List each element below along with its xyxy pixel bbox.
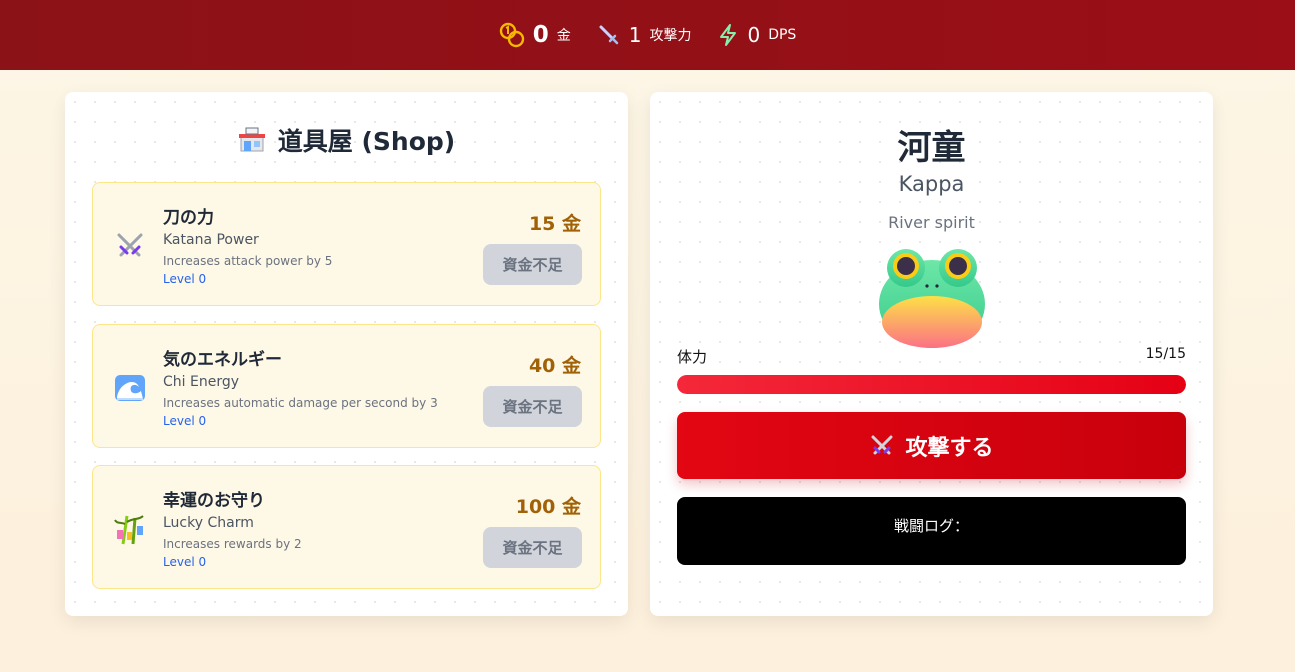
item-price: 15 金: [528, 213, 581, 235]
shop-panel: 道具屋 (Shop) 刀の力 Katana Power Increases at…: [65, 92, 628, 616]
enemy-panel: 河童 Kappa River spirit 体力 15/15 攻撃する 戦闘ログ…: [650, 92, 1213, 616]
hp-bar-fill: [677, 375, 1186, 394]
buy-button[interactable]: 資金不足: [483, 527, 582, 568]
convenience-store-icon: [238, 127, 265, 152]
lightning-icon: [720, 24, 737, 46]
item-description: Increases automatic damage per second by…: [163, 396, 438, 410]
sword-icon: [599, 25, 618, 45]
item-description: Increases attack power by 5: [163, 254, 333, 268]
shop-item-chi-energy: 気のエネルギー Chi Energy Increases automatic d…: [92, 324, 601, 448]
wave-icon: [115, 375, 145, 401]
item-name: 気のエネルギー: [163, 350, 282, 370]
tanabata-tree-icon: [114, 515, 144, 545]
buy-button[interactable]: 資金不足: [483, 386, 582, 427]
item-level: Level 0: [163, 414, 207, 428]
item-level: Level 0: [163, 272, 207, 286]
hp-value: 15/15: [1145, 346, 1186, 362]
attack-button[interactable]: 攻撃する: [677, 412, 1186, 479]
item-name: 刀の力: [163, 208, 214, 228]
coins-icon: [499, 22, 524, 48]
shop-item-lucky-charm: 幸運のお守り Lucky Charm Increases rewards by …: [92, 465, 601, 589]
shop-title: 道具屋 (Shop): [65, 122, 628, 158]
item-english-name: Katana Power: [163, 232, 259, 248]
item-description: Increases rewards by 2: [163, 537, 302, 551]
battle-log-title: 戦闘ログ：: [893, 517, 969, 535]
dps-label: DPS: [768, 27, 797, 43]
hp-label: 体力: [677, 348, 708, 366]
shop-title-text: 道具屋 (Shop): [277, 127, 456, 156]
gold-value: 0: [532, 22, 549, 48]
item-english-name: Chi Energy: [163, 374, 240, 390]
attack-label: 攻撃力: [649, 28, 692, 44]
attack-stat: 1 攻撃力: [597, 23, 692, 47]
battle-log: 戦闘ログ：: [677, 497, 1186, 565]
stats-bar: 0 金 1 攻撃力 0 DPS: [0, 0, 1295, 70]
enemy-english-name: Kappa: [898, 172, 965, 196]
item-level: Level 0: [163, 555, 207, 569]
item-english-name: Lucky Charm: [163, 515, 254, 531]
dps-stat: 0 DPS: [717, 23, 796, 47]
attack-button-label: 攻撃する: [905, 435, 994, 461]
enemy-name: 河童: [897, 128, 966, 168]
gold-label: 金: [556, 28, 571, 44]
gold-stat: 0 金: [499, 22, 571, 48]
shop-item-katana-power: 刀の力 Katana Power Increases attack power …: [92, 182, 601, 306]
enemy-description: River spirit: [888, 213, 975, 232]
hp-bar: [677, 375, 1186, 394]
item-name: 幸運のお守り: [163, 491, 265, 511]
item-price: 100 金: [515, 496, 581, 518]
attack-value: 1: [628, 23, 642, 47]
dps-value: 0: [747, 23, 761, 47]
crossed-swords-icon: [117, 233, 143, 257]
buy-button[interactable]: 資金不足: [483, 244, 582, 285]
item-price: 40 金: [528, 355, 581, 377]
crossed-swords-icon: [871, 435, 893, 454]
frog-icon[interactable]: [876, 242, 988, 352]
